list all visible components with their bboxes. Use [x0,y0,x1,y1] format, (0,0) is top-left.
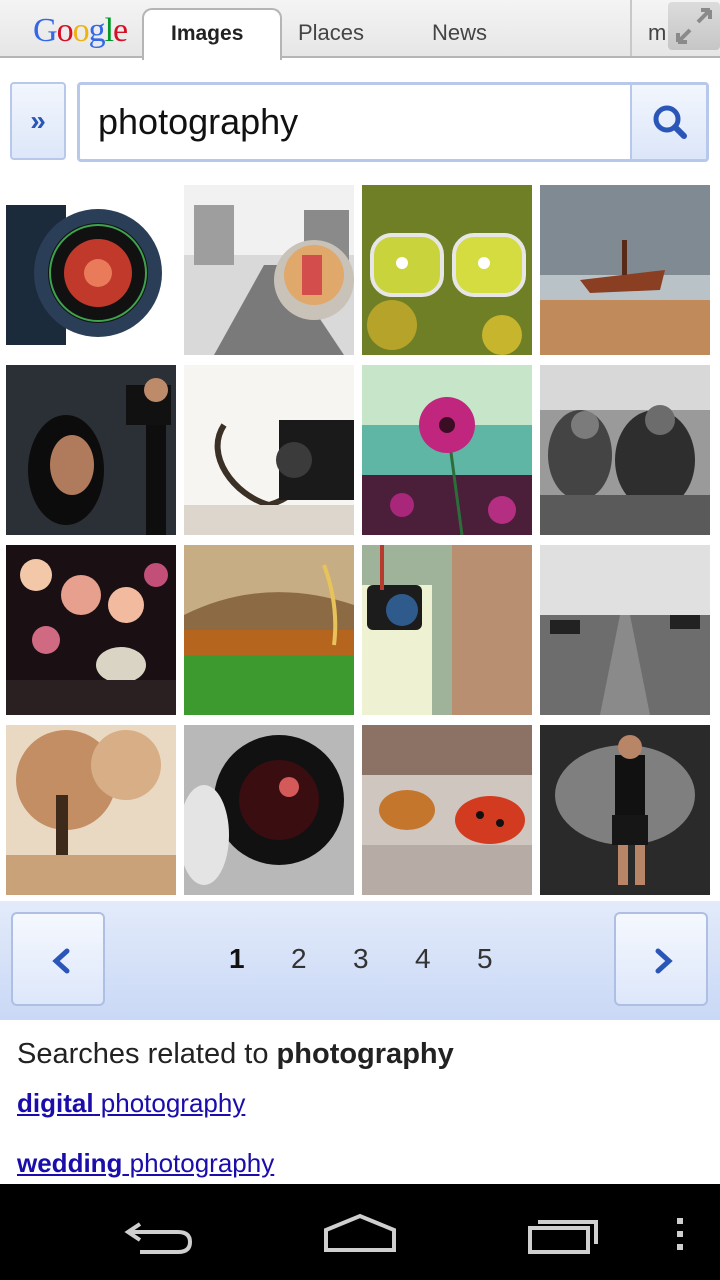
recent-apps-icon[interactable] [524,1214,604,1258]
result-thumbnail [6,185,176,355]
previous-page-button[interactable] [11,912,105,1006]
chevron-left-icon [52,948,70,974]
image-result[interactable] [362,185,532,355]
page-5[interactable]: 5 [477,943,493,975]
image-result[interactable] [540,545,710,715]
search-button[interactable] [630,85,706,159]
result-thumbnail [362,365,532,535]
image-result[interactable] [6,365,176,535]
page-1: 1 [229,943,245,974]
overflow-menu-icon[interactable] [670,1216,690,1252]
result-thumbnail [6,545,176,715]
expand-arrows-icon [676,8,712,44]
result-thumbnail [6,725,176,895]
search-menu-button[interactable]: » [10,82,66,160]
result-thumbnail [184,185,354,355]
google-logo[interactable]: Google [33,12,128,50]
result-thumbnail [362,725,532,895]
tab-places[interactable]: Places [298,20,364,46]
expand-button[interactable] [668,2,720,50]
result-thumbnail [184,365,354,535]
image-result[interactable] [6,185,176,355]
related-link-digital[interactable]: digital photography [17,1088,245,1119]
related-heading-query: photography [276,1038,454,1070]
related-link-rest: photography [93,1088,246,1118]
image-result[interactable] [540,365,710,535]
search-input[interactable] [98,99,618,145]
related-link-wedding[interactable]: wedding photography [17,1148,274,1179]
result-thumbnail [540,365,710,535]
page-2[interactable]: 2 [291,943,307,975]
image-result[interactable] [362,365,532,535]
image-result[interactable] [362,725,532,895]
next-page-button[interactable] [614,912,708,1006]
system-navigation-bar [0,1184,720,1280]
back-icon[interactable] [120,1212,200,1256]
image-results-grid [6,185,714,895]
tab-divider [630,0,632,56]
image-result[interactable] [6,725,176,895]
result-thumbnail [184,725,354,895]
page-4[interactable]: 4 [415,943,431,975]
image-result[interactable] [184,185,354,355]
image-result[interactable] [184,725,354,895]
page-3[interactable]: 3 [353,943,369,975]
image-result[interactable] [540,725,710,895]
related-link-bold: digital [17,1088,94,1118]
result-thumbnail [540,725,710,895]
related-link-bold: wedding [17,1148,123,1178]
image-result[interactable] [184,365,354,535]
chevron-right-icon [655,948,673,974]
related-heading-prefix: Searches related to [17,1038,277,1070]
image-result[interactable] [540,185,710,355]
result-thumbnail [362,185,532,355]
related-link-rest: photography [122,1148,275,1178]
top-tab-bar: Google Images Places News m [0,0,720,60]
result-thumbnail [540,185,710,355]
search-box [77,82,709,162]
pagination-bar: 1 2 3 4 5 [0,901,720,1020]
image-result[interactable] [362,545,532,715]
home-icon[interactable] [320,1210,400,1256]
result-thumbnail [540,545,710,715]
tab-news[interactable]: News [432,20,487,46]
tab-images[interactable]: Images [171,22,243,46]
related-searches-heading: Searches related to photography [17,1038,454,1071]
search-icon [653,105,687,139]
image-result[interactable] [6,545,176,715]
result-thumbnail [6,365,176,535]
result-thumbnail [184,545,354,715]
tab-more[interactable]: m [648,20,666,46]
result-thumbnail [362,545,532,715]
image-result[interactable] [184,545,354,715]
